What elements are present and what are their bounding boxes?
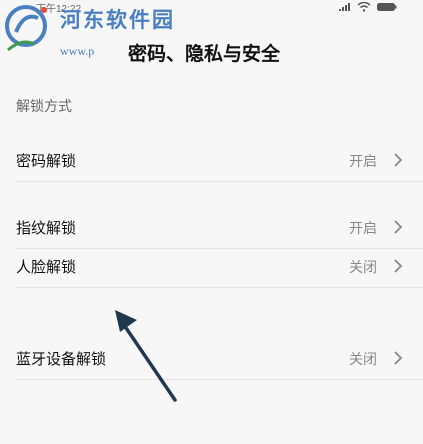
page-title: 密码、隐私与安全: [128, 44, 281, 65]
watermark-name: 河东软件园: [60, 8, 175, 32]
row-status: 开启: [349, 220, 377, 236]
row-status: 关闭: [349, 351, 377, 367]
fingerprint-unlock-row[interactable]: 指纹解锁 开启: [0, 205, 423, 249]
battery-icon: [377, 3, 397, 11]
bluetooth-device-unlock-row[interactable]: 蓝牙设备解锁 关闭: [0, 336, 423, 380]
divider: [16, 379, 423, 380]
chevron-right-icon: [394, 153, 403, 167]
row-label: 蓝牙设备解锁: [16, 351, 107, 368]
watermark-url: www.p: [60, 44, 95, 58]
row-label: 密码解锁: [16, 153, 77, 170]
chevron-right-icon: [394, 351, 403, 365]
chevron-right-icon: [394, 259, 403, 273]
row-label: 人脸解锁: [16, 259, 77, 276]
divider: [16, 181, 423, 182]
wifi-icon: [357, 2, 371, 12]
section-header-unlock-methods: 解锁方式: [16, 98, 72, 114]
divider: [16, 287, 423, 288]
chevron-right-icon: [394, 220, 403, 234]
watermark-logo: [5, 5, 47, 52]
password-unlock-row[interactable]: 密码解锁 开启: [0, 138, 423, 182]
row-label: 指纹解锁: [16, 220, 77, 237]
row-status: 开启: [349, 153, 377, 169]
face-unlock-row[interactable]: 人脸解锁 关闭: [0, 244, 423, 288]
signal-icon: [339, 3, 350, 11]
row-status: 关闭: [349, 259, 377, 275]
